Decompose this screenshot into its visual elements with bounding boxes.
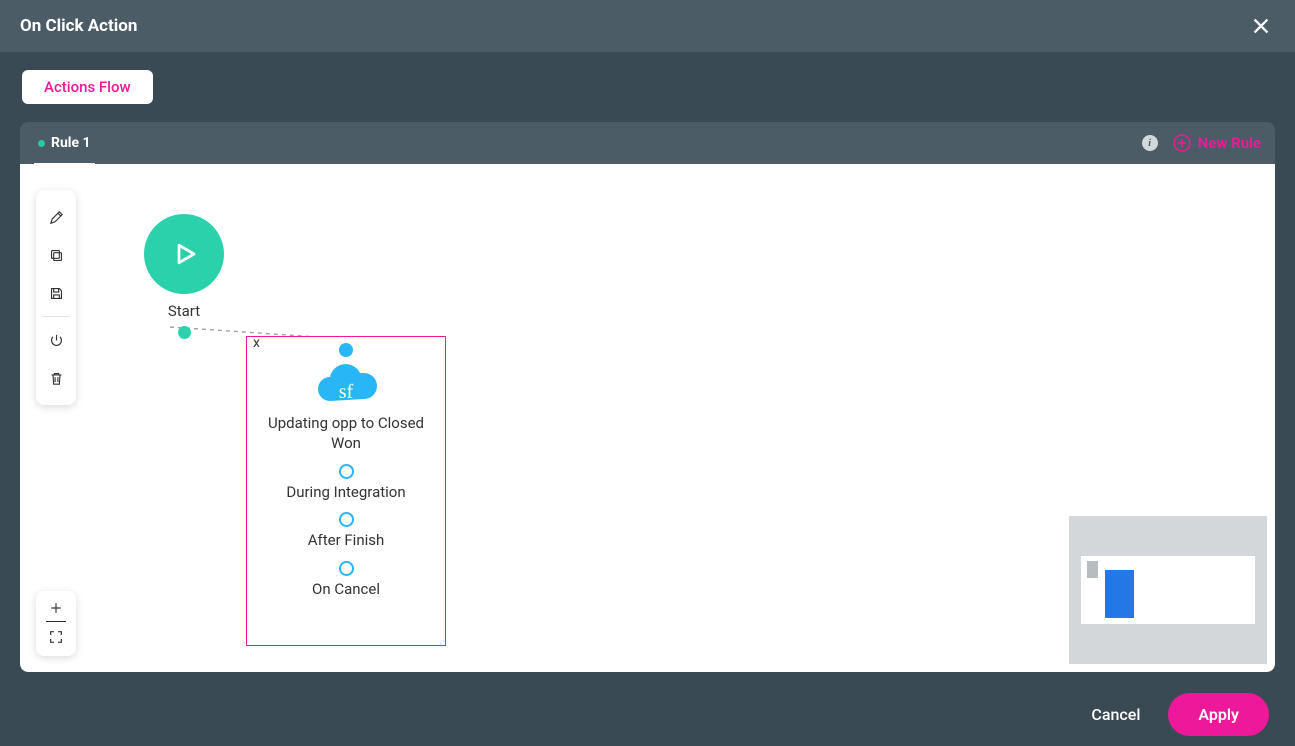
modal-footer: Cancel Apply xyxy=(0,682,1295,746)
power-icon xyxy=(48,332,65,349)
new-rule-button[interactable]: New Rule xyxy=(1172,133,1261,153)
start-label: Start xyxy=(128,302,240,320)
plus-icon xyxy=(48,600,64,616)
action-port-during[interactable] xyxy=(339,464,354,479)
minimap-node-icon xyxy=(1087,561,1098,578)
action-port-cancel[interactable] xyxy=(339,561,354,576)
close-icon xyxy=(1250,15,1272,37)
minimap-viewport xyxy=(1081,556,1255,624)
pencil-icon xyxy=(48,209,65,226)
action-port-label: On Cancel xyxy=(247,580,445,600)
copy-button[interactable] xyxy=(36,236,76,274)
cloud-icon-text: sf xyxy=(308,381,384,404)
minimap-node-icon xyxy=(1105,570,1134,618)
action-port-label: After Finish xyxy=(247,531,445,551)
info-icon[interactable]: i xyxy=(1142,135,1158,151)
copy-icon xyxy=(48,247,65,264)
minimap[interactable] xyxy=(1069,516,1267,664)
on-click-action-modal: On Click Action Actions Flow Rule 1 i Ne… xyxy=(0,0,1295,746)
apply-button[interactable]: Apply xyxy=(1168,693,1269,736)
start-output-port[interactable] xyxy=(178,326,191,339)
start-circle xyxy=(144,214,224,294)
trash-icon xyxy=(48,370,65,387)
rule-tab[interactable]: Rule 1 xyxy=(34,124,95,166)
action-input-port[interactable] xyxy=(339,343,353,357)
edit-button[interactable] xyxy=(36,198,76,236)
zoom-in-button[interactable] xyxy=(36,595,76,621)
toolbar-divider xyxy=(43,316,69,317)
action-port-label: During Integration xyxy=(247,483,445,503)
rules-container: Rule 1 i New Rule xyxy=(20,122,1275,672)
flow-canvas[interactable]: Start x sf Updating opp to Closed Won Du… xyxy=(20,164,1275,672)
modal-title: On Click Action xyxy=(20,16,137,36)
save-icon xyxy=(48,285,65,302)
plus-circle-icon xyxy=(1172,133,1192,153)
power-button[interactable] xyxy=(36,321,76,359)
modal-titlebar: On Click Action xyxy=(0,0,1295,52)
actions-flow-tab[interactable]: Actions Flow xyxy=(22,70,153,104)
salesforce-cloud-icon: sf xyxy=(308,361,384,409)
fullscreen-icon xyxy=(48,629,64,645)
zoom-toolbar xyxy=(36,591,76,657)
action-title: Updating opp to Closed Won xyxy=(247,413,445,454)
subheader: Actions Flow xyxy=(0,52,1295,122)
fit-button[interactable] xyxy=(36,622,76,652)
action-port-after[interactable] xyxy=(339,512,354,527)
cancel-button[interactable]: Cancel xyxy=(1091,705,1140,724)
tabbar-right: i New Rule xyxy=(1142,133,1261,153)
delete-button[interactable] xyxy=(36,359,76,397)
rule-status-dot-icon xyxy=(38,140,45,147)
close-button[interactable] xyxy=(1247,12,1275,40)
node-remove-button[interactable]: x xyxy=(253,335,260,351)
save-button[interactable] xyxy=(36,274,76,312)
rules-tabbar: Rule 1 i New Rule xyxy=(20,122,1275,164)
node-toolbar xyxy=(36,190,76,405)
action-node[interactable]: x sf Updating opp to Closed Won During I… xyxy=(246,336,446,646)
start-node[interactable]: Start xyxy=(128,214,240,339)
rule-tab-label: Rule 1 xyxy=(51,135,91,151)
play-icon xyxy=(169,239,199,269)
new-rule-label: New Rule xyxy=(1198,134,1261,152)
